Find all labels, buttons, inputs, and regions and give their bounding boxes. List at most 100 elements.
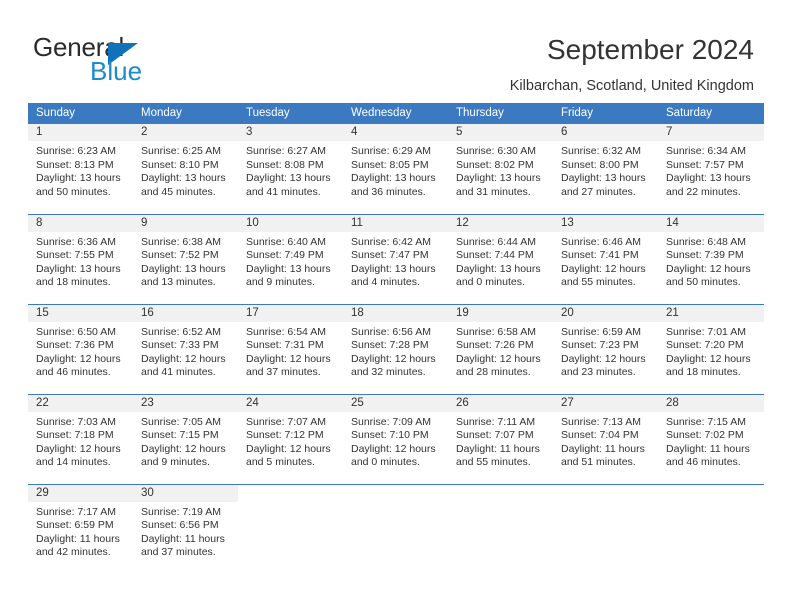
daylight-text-line2: and 46 minutes. bbox=[36, 366, 111, 379]
sunrise-text: Sunrise: 6:46 AM bbox=[561, 235, 641, 248]
calendar-day-cell[interactable]: 1 Sunrise: 6:23 AM Sunset: 8:13 PM Daylight… bbox=[28, 124, 133, 214]
daylight-text-line1: Daylight: 13 hours bbox=[666, 172, 751, 185]
calendar-day-cell[interactable]: 7 Sunrise: 6:34 AM Sunset: 7:57 PM Daylight… bbox=[658, 124, 764, 214]
calendar-day-cell[interactable]: 19 Sunrise: 6:58 AM Sunset: 7:26 PM Dayligh… bbox=[448, 303, 553, 394]
calendar-day-cell[interactable]: 2 Sunrise: 6:25 AM Sunset: 8:10 PM Daylight… bbox=[133, 124, 238, 214]
calendar-day-cell[interactable]: 20 Sunrise: 6:59 AM Sunset: 7:23 PM Dayligh… bbox=[553, 303, 658, 394]
calendar-day-cell[interactable]: 27 Sunrise: 7:13 AM Sunset: 7:04 PM Dayligh… bbox=[553, 393, 658, 484]
page-header: General Blue September 2024 Kilbarchan, … bbox=[0, 0, 792, 100]
logo-text-blue: Blue bbox=[90, 56, 143, 86]
day-info: Sunrise: 7:05 AM Sunset: 7:15 PM Daylight:… bbox=[133, 412, 238, 470]
calendar-day-cell[interactable]: 8 Sunrise: 6:36 AM Sunset: 7:55 PM Daylight… bbox=[28, 213, 133, 304]
calendar-day-cell[interactable]: 16 Sunrise: 6:52 AM Sunset: 7:33 PM Dayligh… bbox=[133, 303, 238, 394]
sunset-text: Sunset: 8:02 PM bbox=[456, 158, 534, 171]
calendar-day-cell[interactable]: 14 Sunrise: 6:48 AM Sunset: 7:39 PM Dayligh… bbox=[658, 213, 764, 304]
day-info: Sunrise: 6:50 AM Sunset: 7:36 PM Daylight:… bbox=[28, 322, 133, 380]
sunrise-text: Sunrise: 7:07 AM bbox=[246, 415, 326, 428]
daylight-text-line2: and 55 minutes. bbox=[561, 276, 636, 289]
day-number: 1 bbox=[28, 124, 133, 141]
sunset-text: Sunset: 7:20 PM bbox=[666, 339, 744, 352]
calendar-day-cell[interactable]: 10 Sunrise: 6:40 AM Sunset: 7:49 PM Dayligh… bbox=[238, 213, 343, 304]
day-number: 7 bbox=[658, 124, 764, 141]
daylight-text-line2: and 46 minutes. bbox=[666, 456, 741, 469]
daylight-text-line2: and 50 minutes. bbox=[36, 185, 111, 198]
weekday-header-saturday: Saturday bbox=[658, 103, 764, 124]
sunrise-text: Sunrise: 6:54 AM bbox=[246, 325, 326, 338]
calendar-day-cell[interactable]: 28 Sunrise: 7:15 AM Sunset: 7:02 PM Dayligh… bbox=[658, 393, 764, 484]
calendar-day-cell[interactable]: 5 Sunrise: 6:30 AM Sunset: 8:02 PM Daylight… bbox=[448, 124, 553, 214]
sunrise-text: Sunrise: 6:27 AM bbox=[246, 145, 326, 157]
daylight-text-line2: and 55 minutes. bbox=[456, 456, 531, 469]
general-blue-logo[interactable]: General Blue bbox=[33, 33, 223, 89]
daylight-text-line2: and 5 minutes. bbox=[246, 456, 315, 469]
day-number bbox=[553, 484, 658, 502]
sunset-text: Sunset: 7:41 PM bbox=[561, 249, 639, 262]
day-info: Sunrise: 6:59 AM Sunset: 7:23 PM Daylight:… bbox=[553, 322, 658, 380]
calendar-day-cell-empty bbox=[343, 483, 448, 574]
daylight-text-line2: and 9 minutes. bbox=[141, 456, 210, 469]
sunset-text: Sunset: 7:36 PM bbox=[36, 339, 114, 352]
day-info: Sunrise: 6:44 AM Sunset: 7:44 PM Daylight:… bbox=[448, 232, 553, 290]
calendar-day-cell[interactable]: 26 Sunrise: 7:11 AM Sunset: 7:07 PM Dayligh… bbox=[448, 393, 553, 484]
calendar-week-row: 15 Sunrise: 6:50 AM Sunset: 7:36 PM Dayligh… bbox=[28, 303, 764, 394]
calendar-day-cell[interactable]: 12 Sunrise: 6:44 AM Sunset: 7:44 PM Dayligh… bbox=[448, 213, 553, 304]
day-number: 14 bbox=[658, 214, 764, 232]
daylight-text-line2: and 0 minutes. bbox=[456, 276, 525, 289]
daylight-text-line1: Daylight: 12 hours bbox=[141, 442, 226, 455]
calendar-week-row: 1 Sunrise: 6:23 AM Sunset: 8:13 PM Daylight… bbox=[28, 124, 764, 214]
day-info: Sunrise: 7:07 AM Sunset: 7:12 PM Daylight:… bbox=[238, 412, 343, 470]
sunrise-text: Sunrise: 7:15 AM bbox=[666, 415, 746, 428]
calendar-day-cell[interactable]: 29 Sunrise: 7:17 AM Sunset: 6:59 PM Dayligh… bbox=[28, 483, 133, 574]
day-info: Sunrise: 6:56 AM Sunset: 7:28 PM Daylight:… bbox=[343, 322, 448, 380]
day-number: 19 bbox=[448, 304, 553, 322]
day-info: Sunrise: 6:58 AM Sunset: 7:26 PM Daylight:… bbox=[448, 322, 553, 380]
calendar-day-cell[interactable]: 18 Sunrise: 6:56 AM Sunset: 7:28 PM Dayligh… bbox=[343, 303, 448, 394]
sunset-text: Sunset: 8:05 PM bbox=[351, 158, 429, 171]
sunrise-text: Sunrise: 6:50 AM bbox=[36, 325, 116, 338]
sunrise-text: Sunrise: 7:13 AM bbox=[561, 415, 641, 428]
calendar-day-cell[interactable]: 24 Sunrise: 7:07 AM Sunset: 7:12 PM Dayligh… bbox=[238, 393, 343, 484]
sunrise-text: Sunrise: 7:05 AM bbox=[141, 415, 221, 428]
calendar-day-cell[interactable]: 11 Sunrise: 6:42 AM Sunset: 7:47 PM Dayligh… bbox=[343, 213, 448, 304]
day-info: Sunrise: 6:29 AM Sunset: 8:05 PM Daylight:… bbox=[343, 141, 448, 199]
day-number: 11 bbox=[343, 214, 448, 232]
daylight-text-line2: and 4 minutes. bbox=[351, 276, 420, 289]
sunset-text: Sunset: 8:00 PM bbox=[561, 158, 639, 171]
daylight-text-line2: and 28 minutes. bbox=[456, 366, 531, 379]
calendar-day-cell[interactable]: 23 Sunrise: 7:05 AM Sunset: 7:15 PM Dayligh… bbox=[133, 393, 238, 484]
daylight-text-line2: and 45 minutes. bbox=[141, 185, 216, 198]
calendar-day-cell[interactable]: 4 Sunrise: 6:29 AM Sunset: 8:05 PM Daylight… bbox=[343, 124, 448, 214]
calendar-day-cell[interactable]: 25 Sunrise: 7:09 AM Sunset: 7:10 PM Dayligh… bbox=[343, 393, 448, 484]
day-number: 15 bbox=[28, 304, 133, 322]
calendar-day-cell[interactable]: 21 Sunrise: 7:01 AM Sunset: 7:20 PM Dayligh… bbox=[658, 303, 764, 394]
sunrise-text: Sunrise: 6:44 AM bbox=[456, 235, 536, 248]
calendar-day-cell[interactable]: 30 Sunrise: 7:19 AM Sunset: 6:56 PM Dayligh… bbox=[133, 483, 238, 574]
calendar-day-cell[interactable]: 15 Sunrise: 6:50 AM Sunset: 7:36 PM Dayligh… bbox=[28, 303, 133, 394]
calendar-day-cell[interactable]: 6 Sunrise: 6:32 AM Sunset: 8:00 PM Daylight… bbox=[553, 124, 658, 214]
daylight-text-line1: Daylight: 13 hours bbox=[141, 172, 226, 185]
day-info: Sunrise: 7:09 AM Sunset: 7:10 PM Daylight:… bbox=[343, 412, 448, 470]
day-info: Sunrise: 7:13 AM Sunset: 7:04 PM Daylight:… bbox=[553, 412, 658, 470]
day-number: 2 bbox=[133, 124, 238, 141]
sunrise-text: Sunrise: 6:40 AM bbox=[246, 235, 326, 248]
day-info: Sunrise: 6:34 AM Sunset: 7:57 PM Daylight:… bbox=[658, 141, 764, 199]
sunrise-text: Sunrise: 7:09 AM bbox=[351, 415, 431, 428]
sunset-text: Sunset: 7:31 PM bbox=[246, 339, 324, 352]
weekday-header-monday: Monday bbox=[133, 103, 238, 124]
calendar-header-row: Sunday Monday Tuesday Wednesday Thursday… bbox=[28, 103, 764, 124]
calendar-day-cell[interactable]: 9 Sunrise: 6:38 AM Sunset: 7:52 PM Daylight… bbox=[133, 213, 238, 304]
calendar-day-cell[interactable]: 13 Sunrise: 6:46 AM Sunset: 7:41 PM Dayligh… bbox=[553, 213, 658, 304]
day-info: Sunrise: 6:54 AM Sunset: 7:31 PM Daylight:… bbox=[238, 322, 343, 380]
sunrise-text: Sunrise: 7:03 AM bbox=[36, 415, 116, 428]
daylight-text-line2: and 41 minutes. bbox=[246, 185, 321, 198]
calendar-week-row: 29 Sunrise: 7:17 AM Sunset: 6:59 PM Dayligh… bbox=[28, 483, 764, 574]
sunset-text: Sunset: 7:15 PM bbox=[141, 429, 219, 442]
calendar-day-cell[interactable]: 17 Sunrise: 6:54 AM Sunset: 7:31 PM Dayligh… bbox=[238, 303, 343, 394]
calendar-day-cell[interactable]: 3 Sunrise: 6:27 AM Sunset: 8:08 PM Daylight… bbox=[238, 124, 343, 214]
sunset-text: Sunset: 7:57 PM bbox=[666, 158, 744, 171]
day-number: 5 bbox=[448, 124, 553, 141]
calendar-day-cell[interactable]: 22 Sunrise: 7:03 AM Sunset: 7:18 PM Dayligh… bbox=[28, 393, 133, 484]
daylight-text-line1: Daylight: 13 hours bbox=[141, 262, 226, 275]
day-info: Sunrise: 7:19 AM Sunset: 6:56 PM Daylight:… bbox=[133, 502, 238, 560]
sunset-text: Sunset: 7:28 PM bbox=[351, 339, 429, 352]
